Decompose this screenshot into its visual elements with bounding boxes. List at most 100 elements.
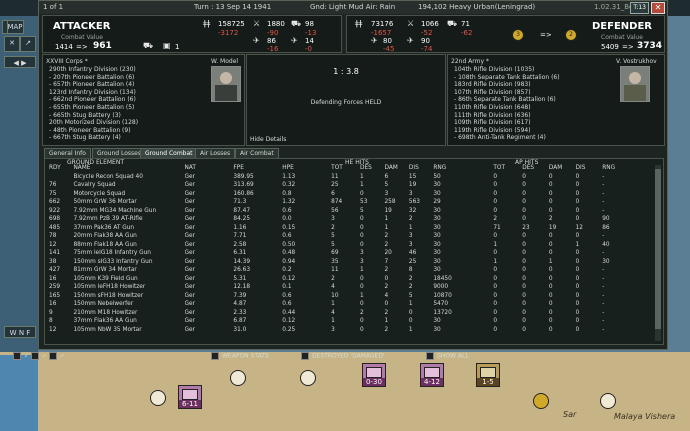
scrollbar-thumb[interactable]: [655, 169, 661, 329]
unit-line[interactable]: 109th Rifle Division (617): [454, 119, 531, 127]
destroyed-damaged-toggle[interactable]: DESTROYED 'DAMAGED': [301, 352, 385, 361]
column-header[interactable]: HPE: [282, 164, 331, 173]
column-header[interactable]: DIS: [409, 164, 433, 173]
unit-line[interactable]: 110th Rifle Division (648): [454, 104, 531, 112]
table-row[interactable]: 9 210mm M18 Howitzer Ger 2.33 0.44 4 2 2 0 13720 0…: [49, 309, 629, 318]
unit-line[interactable]: - 48th Pioneer Battalion (9): [49, 127, 131, 135]
commander-name[interactable]: V. Vostrukhov: [616, 58, 657, 65]
supply-marker[interactable]: [150, 390, 166, 406]
table-cell: 0: [360, 318, 364, 324]
unit-line[interactable]: - 667th Stug Battery (4): [49, 134, 121, 142]
supply-marker[interactable]: [230, 370, 246, 386]
table-cell: 3: [408, 241, 413, 248]
wnf-toggle[interactable]: W N F: [4, 326, 36, 338]
table-row[interactable]: 141 75mm leIG18 Infantry Gun Ger 6.31 0.48 69…: [49, 249, 629, 258]
table-cell: 0: [575, 207, 580, 214]
column-header[interactable]: TOT: [493, 164, 522, 173]
map-unit-counter[interactable]: 4-12: [420, 363, 444, 387]
table-cell: 2: [384, 326, 389, 333]
table-row[interactable]: 12 105mm NbW 35 Mortar Ger 31.0 0.25 3 0 2 1 30 0 0…: [49, 326, 629, 335]
unit-line[interactable]: 107th Rifle Division (857): [454, 89, 531, 97]
map-menu-icon[interactable]: [2, 20, 8, 34]
table-row[interactable]: 165 150mm sFH18 Howitzer Ger 7.39 0.6 10 1 4 5 10…: [49, 292, 629, 301]
weapon-stats-toggle[interactable]: WEAPON STATS: [211, 352, 269, 361]
table-cell: 30: [433, 207, 441, 214]
exit-icon[interactable]: ↗: [20, 36, 36, 52]
column-header[interactable]: DES: [360, 164, 384, 173]
table-row[interactable]: 16 105mm K39 Field Gun Ger 5.31 0.12 2 0 0 2 1845…: [49, 275, 629, 284]
column-header[interactable]: DAM: [384, 164, 408, 173]
unit-line[interactable]: - 207th Pioneer Battalion (6): [49, 74, 134, 82]
army-name[interactable]: 22nd Army *: [451, 58, 489, 66]
unit-line[interactable]: 111th Rifle Division (636): [454, 112, 531, 120]
unit-line[interactable]: 119th Rifle Division (594): [454, 127, 531, 135]
corps-name[interactable]: XXVIII Corps *: [46, 58, 88, 66]
table-cell: 1.16: [233, 224, 247, 231]
unit-line[interactable]: 183rd Rifle Division (983): [454, 81, 531, 89]
table-cell: 10: [331, 292, 339, 299]
map-terrain[interactable]: [0, 352, 690, 431]
table-row[interactable]: 12 88mm Flak18 AA Gun Ger 2.58 0.50 5 0 2 3 30 1 0 0…: [49, 241, 629, 250]
unit-line[interactable]: - 665th Stug Battery (3): [49, 112, 121, 120]
column-header[interactable]: RNG: [433, 164, 493, 173]
table-row[interactable]: 75 Motorcycle Squad Ger 160.86 0.8 6 0 3 3 30 0 0 0 0…: [49, 190, 629, 199]
map-unit-counter[interactable]: 6-11: [178, 385, 202, 409]
commander-portrait[interactable]: [620, 66, 650, 102]
unit-line[interactable]: 104th Rifle Division (1035): [454, 66, 534, 74]
table-cell: 0: [493, 173, 498, 180]
table-row[interactable]: 38 150mm sIG33 Infantry Gun Ger 14.39 0.94 35…: [49, 258, 629, 267]
close-icon[interactable]: ✕: [4, 36, 20, 52]
map-tab[interactable]: MAP: [6, 20, 24, 34]
filter-armor-checkbox[interactable]: ✓: [49, 352, 65, 361]
map-unit-counter[interactable]: 1-5: [476, 363, 500, 387]
table-row[interactable]: 8 37mm Flak36 AA Gun Ger 6.87 0.12 1 0 1 0 30 0 0 0 0…: [49, 317, 629, 326]
commander-portrait[interactable]: [211, 66, 241, 102]
table-row[interactable]: 78 20mm Flak38 AA Gun Ger 7.71 0.6 5 0 2 3 30 0 0 0 0…: [49, 232, 629, 241]
nav-arrows[interactable]: ◀ ▶: [4, 56, 36, 68]
commander-name[interactable]: W. Model: [211, 58, 238, 65]
table-row[interactable]: 76 Cavalry Squad Ger 313.69 0.32 25 1 5 19 30 0 0 0 0…: [49, 181, 629, 190]
unit-line[interactable]: - 108th Separate Tank Battalion (6): [454, 74, 560, 82]
table-row[interactable]: Bicycle Recon Squad 40 Ger 389.95 1.13 11 1 6 1…: [49, 173, 629, 182]
table-row[interactable]: 259 105mm leFH18 Howitzer Ger 12.18 0.1 4 0 2 2 9…: [49, 283, 629, 292]
unit-line[interactable]: 20th Motorized Division (128): [49, 119, 138, 127]
column-header[interactable]: RDY: [49, 164, 73, 173]
def-air2-loss: -74: [421, 45, 433, 53]
table-row[interactable]: 427 81mm GrW 34 Mortar Ger 26.63 0.2 11 1 2 8 30 0…: [49, 266, 629, 275]
table-row[interactable]: 16 150mm Nebelwerfer Ger 4.87 0.6 1 0 0 1 5470 0 0 0…: [49, 300, 629, 309]
table-row[interactable]: 922 7.92mm MG34 Machine Gun Ger 87.47 0.6 56 5…: [49, 207, 629, 216]
unit-line[interactable]: 290th Infantry Division (230): [49, 66, 136, 74]
table-row[interactable]: 698 7.92mm PzB 39 AT-Rifle Ger 84.25 0.0 3 0 1 2…: [49, 215, 629, 224]
table-cell: 0: [575, 199, 580, 205]
column-header[interactable]: TOT: [331, 164, 360, 173]
column-header[interactable]: NAME: [73, 164, 184, 173]
unit-line[interactable]: - 698th Anti-Tank Regiment (4): [454, 134, 546, 142]
supply-marker[interactable]: [533, 393, 549, 409]
unit-line[interactable]: - 655th Pioneer Battalion (5): [49, 104, 134, 112]
map-unit-counter[interactable]: 0-30: [362, 363, 386, 387]
unit-line[interactable]: 123rd Infantry Division (134): [49, 89, 136, 97]
table-row[interactable]: 662 50mm GrW 36 Mortar Ger 71.3 1.32 874 53 258…: [49, 198, 629, 207]
table-cell: 9: [49, 309, 53, 316]
column-header[interactable]: DES: [522, 164, 549, 173]
column-header[interactable]: DAM: [549, 164, 576, 173]
table-cell: Ger: [184, 292, 195, 299]
filter-infantry-checkbox[interactable]: ✓: [13, 352, 29, 361]
filter-guns-checkbox[interactable]: ✓: [31, 352, 47, 361]
table-scrollbar[interactable]: [655, 165, 661, 341]
column-header[interactable]: DIS: [576, 164, 603, 173]
close-button[interactable]: ✕: [651, 2, 665, 14]
unit-line[interactable]: - 662nd Pioneer Battalion (6): [49, 96, 136, 104]
supply-marker[interactable]: [300, 370, 316, 386]
column-header[interactable]: RNG: [602, 164, 629, 173]
table-row[interactable]: 485 37mm Pak36 AT Gun Ger 1.16 0.15 2 0 1 1 30 71 2…: [49, 224, 629, 233]
table-cell: 40: [602, 241, 610, 248]
column-header[interactable]: FPE: [233, 164, 282, 173]
table-cell: 0: [575, 182, 580, 188]
column-header[interactable]: NAT: [185, 164, 234, 173]
supply-marker[interactable]: [600, 393, 616, 409]
unit-line[interactable]: - 86th Separate Tank Battalion (6): [454, 96, 556, 104]
unit-line[interactable]: - 657th Pioneer Battalion (4): [49, 81, 134, 89]
hide-details-button[interactable]: Hide Details: [250, 136, 286, 143]
show-all-toggle[interactable]: SHOW ALL: [426, 352, 469, 361]
